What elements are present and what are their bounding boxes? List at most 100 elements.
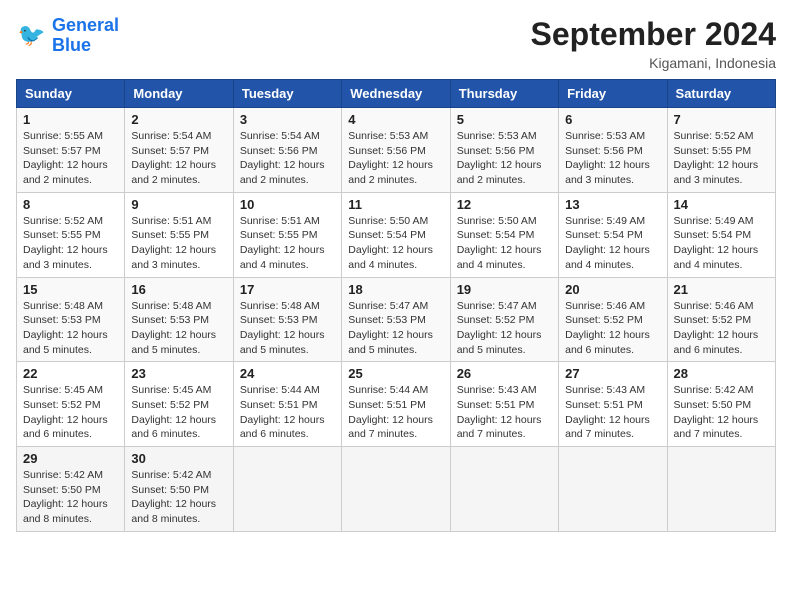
day-info: Sunrise: 5:47 AMSunset: 5:53 PMDaylight:… (348, 299, 443, 358)
calendar-day-cell: 23 Sunrise: 5:45 AMSunset: 5:52 PMDayligh… (125, 362, 233, 447)
calendar-day-cell (667, 447, 775, 532)
logo-text: General Blue (52, 16, 119, 56)
calendar-day-cell: 8 Sunrise: 5:52 AMSunset: 5:55 PMDaylight… (17, 192, 125, 277)
calendar-day-cell: 28 Sunrise: 5:42 AMSunset: 5:50 PMDayligh… (667, 362, 775, 447)
day-info: Sunrise: 5:45 AMSunset: 5:52 PMDaylight:… (131, 383, 226, 442)
calendar-day-cell: 10 Sunrise: 5:51 AMSunset: 5:55 PMDayligh… (233, 192, 341, 277)
page-header: 🐦 General Blue September 2024 Kigamani, … (16, 16, 776, 71)
calendar-day-cell: 26 Sunrise: 5:43 AMSunset: 5:51 PMDayligh… (450, 362, 558, 447)
calendar-day-cell: 5 Sunrise: 5:53 AMSunset: 5:56 PMDaylight… (450, 108, 558, 193)
day-number: 8 (23, 197, 118, 212)
day-number: 10 (240, 197, 335, 212)
weekday-header-row: SundayMondayTuesdayWednesdayThursdayFrid… (17, 80, 776, 108)
day-number: 7 (674, 112, 769, 127)
day-number: 22 (23, 366, 118, 381)
day-info: Sunrise: 5:44 AMSunset: 5:51 PMDaylight:… (240, 383, 335, 442)
day-number: 1 (23, 112, 118, 127)
day-number: 19 (457, 282, 552, 297)
day-number: 26 (457, 366, 552, 381)
day-number: 15 (23, 282, 118, 297)
day-number: 27 (565, 366, 660, 381)
day-number: 28 (674, 366, 769, 381)
weekday-header-thursday: Thursday (450, 80, 558, 108)
calendar-day-cell: 27 Sunrise: 5:43 AMSunset: 5:51 PMDayligh… (559, 362, 667, 447)
day-number: 18 (348, 282, 443, 297)
day-info: Sunrise: 5:43 AMSunset: 5:51 PMDaylight:… (565, 383, 660, 442)
day-info: Sunrise: 5:43 AMSunset: 5:51 PMDaylight:… (457, 383, 552, 442)
day-info: Sunrise: 5:42 AMSunset: 5:50 PMDaylight:… (23, 468, 118, 527)
day-number: 11 (348, 197, 443, 212)
day-info: Sunrise: 5:48 AMSunset: 5:53 PMDaylight:… (131, 299, 226, 358)
svg-text:🐦: 🐦 (18, 22, 46, 47)
calendar-week-row: 15 Sunrise: 5:48 AMSunset: 5:53 PMDayligh… (17, 277, 776, 362)
calendar-day-cell: 4Sunrise: 5:53 AMSunset: 5:56 PMDaylight… (342, 108, 450, 193)
day-number: 4 (348, 112, 443, 127)
day-number: 3 (240, 112, 335, 127)
day-info: Sunrise: 5:44 AMSunset: 5:51 PMDaylight:… (348, 383, 443, 442)
day-info: Sunrise: 5:55 AMSunset: 5:57 PMDaylight:… (23, 129, 118, 188)
calendar-day-cell: 18 Sunrise: 5:47 AMSunset: 5:53 PMDayligh… (342, 277, 450, 362)
day-info: Sunrise: 5:47 AMSunset: 5:52 PMDaylight:… (457, 299, 552, 358)
weekday-header-sunday: Sunday (17, 80, 125, 108)
calendar-day-cell: 1 Sunrise: 5:55 AMSunset: 5:57 PMDaylight… (17, 108, 125, 193)
calendar-day-cell: 11 Sunrise: 5:50 AMSunset: 5:54 PMDayligh… (342, 192, 450, 277)
calendar-day-cell: 9 Sunrise: 5:51 AMSunset: 5:55 PMDaylight… (125, 192, 233, 277)
day-info: Sunrise: 5:46 AMSunset: 5:52 PMDaylight:… (565, 299, 660, 358)
day-number: 17 (240, 282, 335, 297)
day-info: Sunrise: 5:48 AMSunset: 5:53 PMDaylight:… (23, 299, 118, 358)
calendar-day-cell: 6 Sunrise: 5:53 AMSunset: 5:56 PMDaylight… (559, 108, 667, 193)
weekday-header-saturday: Saturday (667, 80, 775, 108)
logo: 🐦 General Blue (16, 16, 119, 56)
day-number: 23 (131, 366, 226, 381)
day-number: 2 (131, 112, 226, 127)
calendar-day-cell: 19 Sunrise: 5:47 AMSunset: 5:52 PMDayligh… (450, 277, 558, 362)
calendar-day-cell: 30Sunrise: 5:42 AMSunset: 5:50 PMDayligh… (125, 447, 233, 532)
day-info: Sunrise: 5:46 AMSunset: 5:52 PMDaylight:… (674, 299, 769, 358)
calendar-day-cell (450, 447, 558, 532)
day-number: 20 (565, 282, 660, 297)
day-number: 12 (457, 197, 552, 212)
day-number: 24 (240, 366, 335, 381)
calendar-day-cell: 25Sunrise: 5:44 AMSunset: 5:51 PMDayligh… (342, 362, 450, 447)
day-info: Sunrise: 5:54 AMSunset: 5:56 PMDaylight:… (240, 129, 335, 188)
calendar-day-cell: 13Sunrise: 5:49 AMSunset: 5:54 PMDayligh… (559, 192, 667, 277)
day-number: 16 (131, 282, 226, 297)
day-number: 6 (565, 112, 660, 127)
calendar-day-cell: 29Sunrise: 5:42 AMSunset: 5:50 PMDayligh… (17, 447, 125, 532)
weekday-header-friday: Friday (559, 80, 667, 108)
calendar-day-cell (233, 447, 341, 532)
day-info: Sunrise: 5:52 AMSunset: 5:55 PMDaylight:… (674, 129, 769, 188)
day-info: Sunrise: 5:53 AMSunset: 5:56 PMDaylight:… (457, 129, 552, 188)
calendar-day-cell (559, 447, 667, 532)
day-info: Sunrise: 5:49 AMSunset: 5:54 PMDaylight:… (674, 214, 769, 273)
day-info: Sunrise: 5:52 AMSunset: 5:55 PMDaylight:… (23, 214, 118, 273)
calendar-day-cell: 22 Sunrise: 5:45 AMSunset: 5:52 PMDayligh… (17, 362, 125, 447)
calendar-day-cell: 20 Sunrise: 5:46 AMSunset: 5:52 PMDayligh… (559, 277, 667, 362)
weekday-header-wednesday: Wednesday (342, 80, 450, 108)
location: Kigamani, Indonesia (531, 55, 776, 71)
day-info: Sunrise: 5:51 AMSunset: 5:55 PMDaylight:… (240, 214, 335, 273)
calendar-day-cell (342, 447, 450, 532)
day-info: Sunrise: 5:45 AMSunset: 5:52 PMDaylight:… (23, 383, 118, 442)
weekday-header-monday: Monday (125, 80, 233, 108)
month-title: September 2024 (531, 16, 776, 53)
day-info: Sunrise: 5:50 AMSunset: 5:54 PMDaylight:… (348, 214, 443, 273)
day-number: 9 (131, 197, 226, 212)
calendar-week-row: 1 Sunrise: 5:55 AMSunset: 5:57 PMDaylight… (17, 108, 776, 193)
day-info: Sunrise: 5:48 AMSunset: 5:53 PMDaylight:… (240, 299, 335, 358)
logo-icon: 🐦 (16, 20, 48, 52)
calendar-day-cell: 12 Sunrise: 5:50 AMSunset: 5:54 PMDayligh… (450, 192, 558, 277)
calendar-day-cell: 3 Sunrise: 5:54 AMSunset: 5:56 PMDaylight… (233, 108, 341, 193)
calendar-day-cell: 7 Sunrise: 5:52 AMSunset: 5:55 PMDaylight… (667, 108, 775, 193)
day-info: Sunrise: 5:42 AMSunset: 5:50 PMDaylight:… (674, 383, 769, 442)
calendar-week-row: 22 Sunrise: 5:45 AMSunset: 5:52 PMDayligh… (17, 362, 776, 447)
weekday-header-tuesday: Tuesday (233, 80, 341, 108)
day-number: 21 (674, 282, 769, 297)
calendar-day-cell: 16 Sunrise: 5:48 AMSunset: 5:53 PMDayligh… (125, 277, 233, 362)
day-info: Sunrise: 5:53 AMSunset: 5:56 PMDaylight:… (565, 129, 660, 188)
calendar-day-cell: 21 Sunrise: 5:46 AMSunset: 5:52 PMDayligh… (667, 277, 775, 362)
day-info: Sunrise: 5:51 AMSunset: 5:55 PMDaylight:… (131, 214, 226, 273)
calendar-day-cell: 14Sunrise: 5:49 AMSunset: 5:54 PMDayligh… (667, 192, 775, 277)
day-number: 5 (457, 112, 552, 127)
day-info: Sunrise: 5:50 AMSunset: 5:54 PMDaylight:… (457, 214, 552, 273)
